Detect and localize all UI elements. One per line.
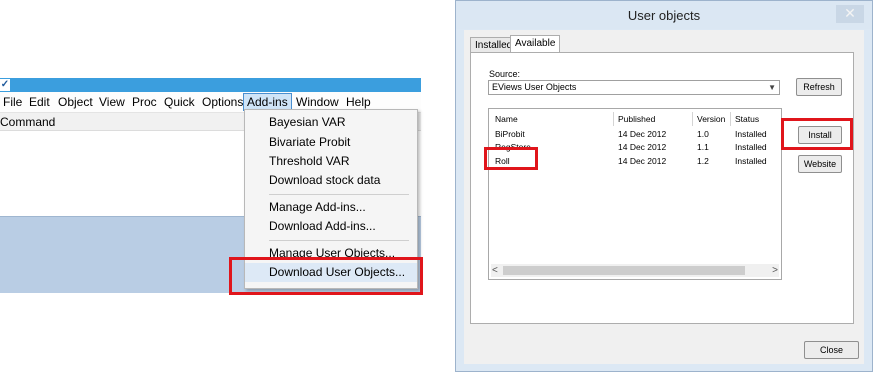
title-bar: ✓ [0, 78, 421, 92]
source-label: Source: [489, 69, 521, 79]
highlight-roll-row [484, 147, 538, 170]
website-button[interactable]: Website [798, 155, 842, 173]
highlight-download-user-objects [229, 257, 423, 295]
chevron-down-icon: ▼ [768, 83, 776, 92]
menu-view[interactable]: View [96, 94, 128, 110]
close-icon[interactable]: ✕ [836, 5, 864, 23]
cell-version: 1.2 [697, 156, 709, 166]
table-row[interactable]: BiProbit 14 Dec 2012 1.0 Installed [489, 128, 781, 141]
column-divider [730, 112, 731, 126]
menu-item-manage-add-ins[interactable]: Manage Add-ins... [245, 198, 417, 217]
user-objects-dialog: User objects ✕ Installed Available Sourc… [455, 0, 873, 372]
column-header-version[interactable]: Version [697, 114, 725, 124]
menu-separator [269, 194, 409, 195]
user-objects-list[interactable]: Name Published Version Status BiProbit 1… [488, 108, 782, 280]
menu-help[interactable]: Help [343, 94, 374, 110]
menu-proc[interactable]: Proc [129, 94, 160, 110]
scroll-thumb[interactable] [503, 266, 745, 275]
horizontal-scrollbar[interactable]: < > [491, 264, 779, 277]
menu-item-bivariate-probit[interactable]: Bivariate Probit [245, 133, 417, 152]
source-select[interactable]: EViews User Objects ▼ [488, 80, 780, 95]
cell-version: 1.1 [697, 142, 709, 152]
eviews-logo-icon: ✓ [0, 79, 10, 91]
cell-status: Installed [735, 129, 767, 139]
menu-object[interactable]: Object [55, 94, 96, 110]
menu-window[interactable]: Window [293, 94, 342, 110]
cell-name: BiProbit [495, 129, 525, 139]
menu-item-bayesian-var[interactable]: Bayesian VAR [245, 113, 417, 132]
menu-file[interactable]: File [0, 94, 25, 110]
column-header-published[interactable]: Published [618, 114, 655, 124]
dialog-title: User objects [627, 8, 701, 23]
menu-item-threshold-var[interactable]: Threshold VAR [245, 152, 417, 171]
cell-published: 14 Dec 2012 [618, 129, 667, 139]
menu-options[interactable]: Options [199, 94, 246, 110]
cell-version: 1.0 [697, 129, 709, 139]
column-header-name[interactable]: Name [495, 114, 518, 124]
cell-status: Installed [735, 142, 767, 152]
cell-published: 14 Dec 2012 [618, 156, 667, 166]
scroll-right-icon[interactable]: > [772, 264, 778, 277]
refresh-button[interactable]: Refresh [796, 78, 842, 96]
cell-published: 14 Dec 2012 [618, 142, 667, 152]
highlight-install-button [781, 118, 853, 150]
column-divider [613, 112, 614, 126]
dialog-title-bar: User objects ✕ [456, 1, 872, 29]
command-label: Command [0, 115, 56, 129]
menu-quick[interactable]: Quick [161, 94, 198, 110]
close-button[interactable]: Close [804, 341, 859, 359]
menu-edit[interactable]: Edit [26, 94, 53, 110]
menu-item-download-add-ins[interactable]: Download Add-ins... [245, 217, 417, 236]
menu-item-download-stock-data[interactable]: Download stock data [245, 171, 417, 190]
scroll-left-icon[interactable]: < [492, 264, 498, 277]
cell-status: Installed [735, 156, 767, 166]
column-header-status[interactable]: Status [735, 114, 759, 124]
source-select-value: EViews User Objects [492, 82, 577, 92]
menu-separator [269, 240, 409, 241]
tab-available[interactable]: Available [510, 35, 561, 53]
column-divider [692, 112, 693, 126]
